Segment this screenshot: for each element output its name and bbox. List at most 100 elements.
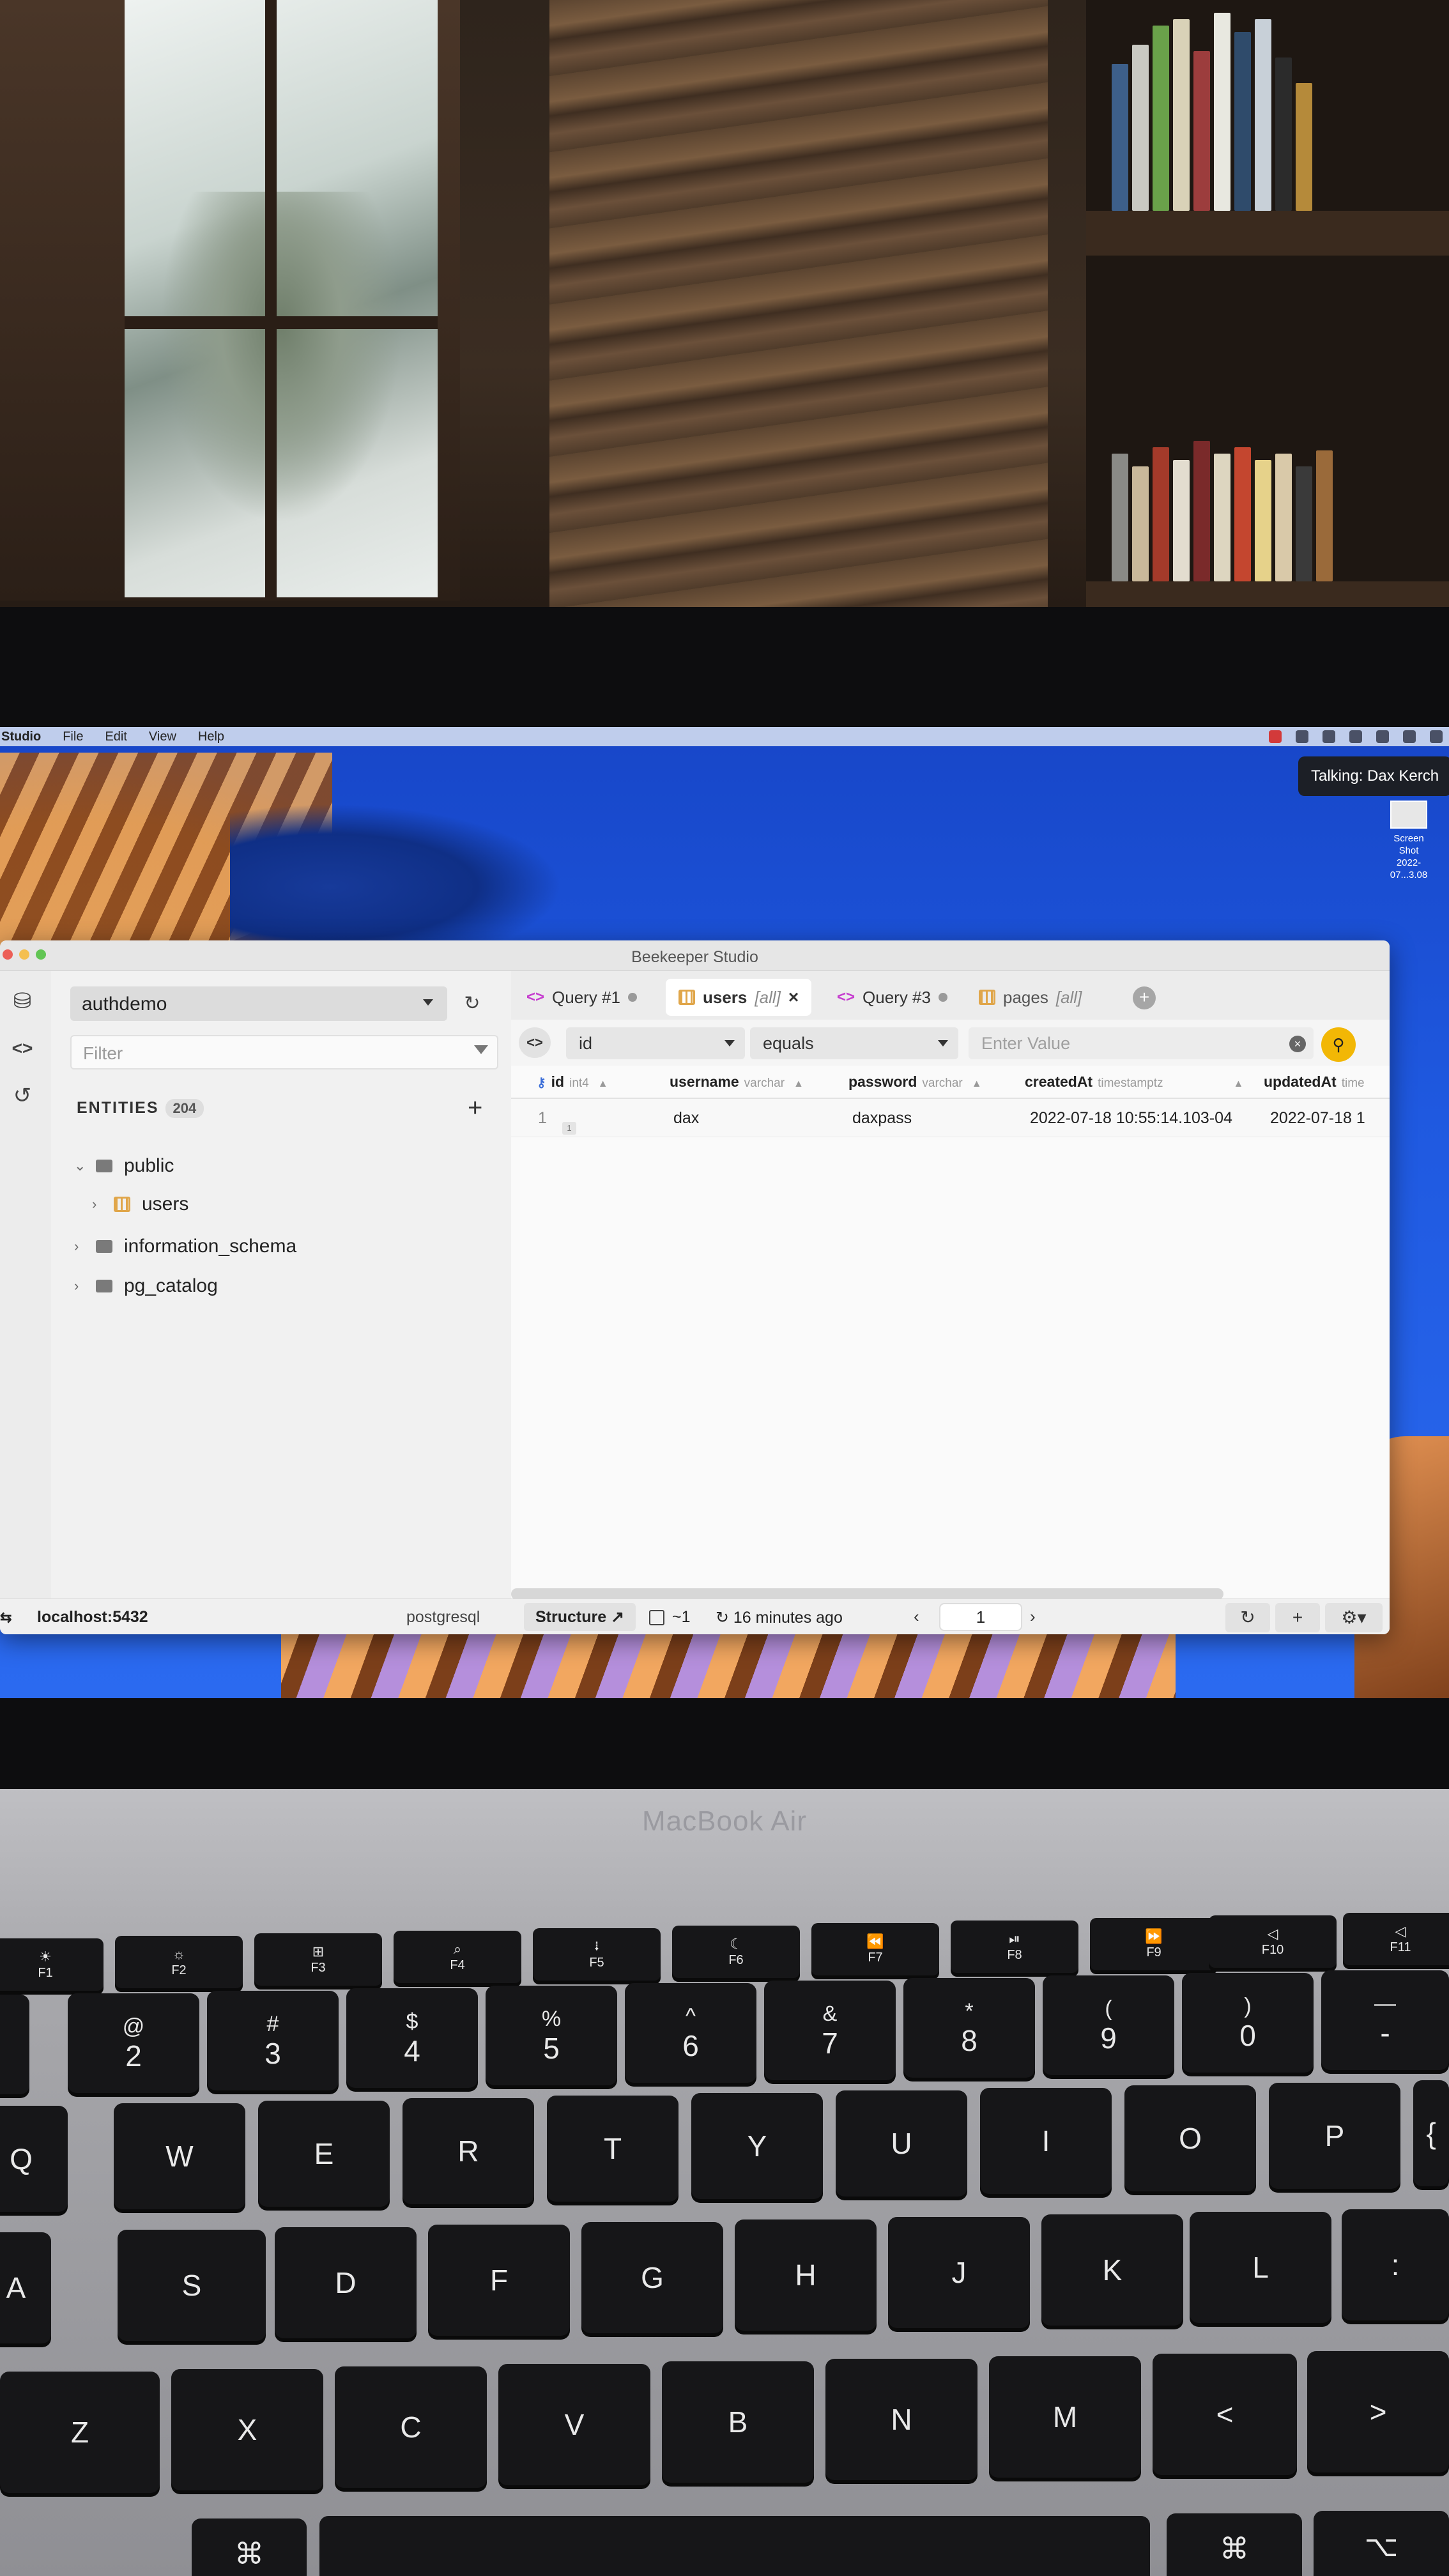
sort-arrow-icon[interactable]: ▲	[1234, 1078, 1244, 1089]
menu-app[interactable]: Studio	[1, 730, 41, 744]
menu-edit[interactable]: Edit	[105, 730, 126, 744]
column-header-updatedat[interactable]: updatedAt time	[1264, 1073, 1365, 1091]
column-header-username[interactable]: username varchar ▲	[670, 1073, 804, 1091]
entity-filter-input[interactable]: Filter	[70, 1035, 498, 1070]
menu-file[interactable]: File	[63, 730, 83, 744]
key-b[interactable]: B	[662, 2361, 814, 2483]
key-1[interactable]: !	[0, 1995, 29, 2094]
column-header-id[interactable]: ⚷ id int4 ▲	[537, 1073, 608, 1091]
next-page-icon[interactable]: ›	[1030, 1607, 1036, 1627]
desktop-screenshot-file[interactable]: Screen Shot 2022-07...3.08	[1386, 801, 1431, 881]
key-7[interactable]: & 7	[764, 1981, 896, 2080]
key-h[interactable]: H	[735, 2220, 877, 2331]
key-f6[interactable]: ☾ F6	[672, 1926, 800, 1978]
key-o[interactable]: O	[1124, 2085, 1256, 2191]
raw-filter-toggle[interactable]: <>	[519, 1027, 551, 1058]
prev-page-icon[interactable]: ‹	[914, 1607, 919, 1627]
cell-password[interactable]: daxpass	[852, 1109, 912, 1128]
menubar-icon[interactable]	[1296, 730, 1308, 743]
table-row[interactable]: 1 1 dax daxpass 2022-07-18 10:55:14.103-…	[511, 1099, 1390, 1137]
key-f11[interactable]: ◁ F11	[1343, 1913, 1449, 1965]
key-f5[interactable]: ⭭ F5	[533, 1928, 661, 1981]
key-5[interactable]: % 5	[486, 1986, 617, 2085]
column-header-createdat[interactable]: createdAt timestamptz ▲	[1025, 1073, 1243, 1091]
menubar-icon[interactable]	[1430, 730, 1443, 743]
key-f8[interactable]: ⏯ F8	[951, 1920, 1078, 1973]
key-y[interactable]: Y	[691, 2093, 823, 2199]
menu-help[interactable]: Help	[198, 730, 224, 744]
key-9[interactable]: (9	[1043, 1975, 1174, 2075]
search-button[interactable]: ⚲	[1321, 1027, 1356, 1062]
filter-value-input[interactable]: Enter Value ×	[969, 1027, 1314, 1059]
key-e[interactable]: E	[258, 2101, 390, 2207]
key-command-left[interactable]: ⌘	[192, 2518, 307, 2576]
key-m[interactable]: M	[989, 2356, 1141, 2478]
key-x[interactable]: X	[171, 2369, 323, 2490]
key-c[interactable]: C	[335, 2366, 487, 2488]
key-i[interactable]: I	[980, 2088, 1112, 2194]
sort-arrow-icon[interactable]: ▲	[972, 1078, 982, 1089]
tree-item-pg-catalog[interactable]: › pg_catalog	[74, 1271, 218, 1301]
key-2[interactable]: @2	[68, 1993, 199, 2093]
key-g[interactable]: G	[581, 2222, 723, 2333]
key-n[interactable]: N	[825, 2359, 977, 2480]
key-f2[interactable]: ☼ F2	[115, 1936, 243, 1988]
key-d[interactable]: D	[275, 2227, 417, 2338]
connection-select[interactable]: authdemo	[70, 986, 447, 1021]
wifi-icon[interactable]	[1403, 730, 1416, 743]
key-j[interactable]: J	[888, 2217, 1030, 2328]
key-f9[interactable]: ⏩ F9	[1090, 1918, 1218, 1970]
close-icon[interactable]: ×	[788, 987, 799, 1008]
menubar-icon[interactable]	[1349, 730, 1362, 743]
key-f1[interactable]: ☀ F1	[0, 1938, 103, 1991]
tree-item-information-schema[interactable]: › information_schema	[74, 1232, 296, 1261]
key-f3[interactable]: ⊞ F3	[254, 1933, 382, 1986]
key-v[interactable]: V	[498, 2364, 650, 2485]
filter-operator-select[interactable]: equals	[750, 1027, 958, 1059]
sort-arrow-icon[interactable]: ▲	[793, 1078, 804, 1089]
tab-query-3[interactable]: <> Query #3	[824, 979, 960, 1016]
talking-notification[interactable]: Talking: Dax Kerch	[1298, 756, 1449, 796]
key-0[interactable]: ) 0	[1182, 1973, 1314, 2073]
key-f4[interactable]: ⌕ F4	[394, 1931, 521, 1983]
key-w[interactable]: W	[114, 2103, 245, 2209]
key-f7[interactable]: ⏪ F7	[811, 1923, 939, 1975]
tree-item-users[interactable]: › users	[92, 1190, 188, 1219]
key-4[interactable]: $4	[346, 1988, 478, 2088]
key-s[interactable]: S	[118, 2230, 266, 2341]
cell-updatedat[interactable]: 2022-07-18 1	[1270, 1109, 1365, 1128]
tree-item-public[interactable]: ⌄ public	[74, 1151, 174, 1181]
key-brace[interactable]: {	[1413, 2080, 1449, 2186]
tab-pages[interactable]: pages [all]	[966, 979, 1094, 1016]
key-3[interactable]: #3	[207, 1991, 339, 2090]
key-f[interactable]: F	[428, 2225, 570, 2336]
code-icon[interactable]: <>	[6, 1032, 38, 1064]
key-colon[interactable]: :	[1342, 2209, 1449, 2320]
tab-query-1[interactable]: <> Query #1	[514, 979, 650, 1016]
page-number-input[interactable]: 1	[939, 1603, 1022, 1631]
tab-users[interactable]: users [all] ×	[666, 979, 812, 1016]
key-command-right[interactable]: ⌘	[1167, 2513, 1302, 2576]
add-row-icon[interactable]: +	[1275, 1603, 1320, 1632]
key-k[interactable]: K	[1041, 2214, 1183, 2326]
connection-link-icon[interactable]: ⇆	[0, 1609, 12, 1626]
cell-createdat[interactable]: 2022-07-18 10:55:14.103-04	[1030, 1109, 1232, 1128]
key-u[interactable]: U	[836, 2090, 967, 2196]
add-tab-button[interactable]: +	[1133, 986, 1156, 1009]
key-f10[interactable]: ◁ F10	[1209, 1915, 1337, 1968]
history-icon[interactable]: ↺	[6, 1080, 38, 1112]
key-6[interactable]: ^ 6	[625, 1983, 756, 2083]
battery-icon[interactable]	[1376, 730, 1389, 743]
menubar-icon[interactable]	[1322, 730, 1335, 743]
key-p[interactable]: P	[1269, 2083, 1400, 2189]
sort-arrow-icon[interactable]: ▲	[598, 1078, 608, 1089]
key-l[interactable]: L	[1190, 2212, 1331, 2323]
key-a[interactable]: A	[0, 2232, 51, 2343]
clear-icon[interactable]: ×	[1289, 1036, 1306, 1052]
record-icon[interactable]	[1269, 730, 1282, 743]
key-q[interactable]: Q	[0, 2106, 68, 2212]
key-minus[interactable]: — -	[1321, 1970, 1449, 2070]
column-header-password[interactable]: password varchar ▲	[848, 1073, 982, 1091]
key-z[interactable]: Z	[0, 2372, 160, 2493]
filter-column-select[interactable]: id	[566, 1027, 745, 1059]
